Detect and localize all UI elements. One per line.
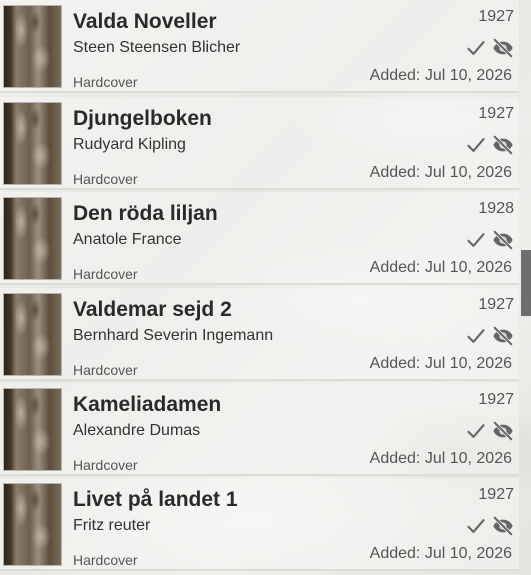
book-author: Alexandre Dumas [73,422,201,439]
eye-off-icon[interactable] [491,134,515,156]
book-status-icons [465,35,515,61]
book-author: Bernhard Severin Ingemann [73,327,274,344]
check-icon[interactable] [465,516,487,536]
book-format: Hardcover [73,266,138,282]
book-title: Valdemar sejd 2 [73,298,232,321]
book-year: 1927 [478,105,514,122]
book-year: 1927 [478,391,514,408]
date-added: Added: Jul 10, 2026 [369,164,512,181]
book-row[interactable]: Livet på landet 1 Fritz reuter Hardcover… [0,478,519,571]
book-title: Valda Noveller [73,10,217,33]
check-icon[interactable] [465,326,487,346]
book-author: Fritz reuter [73,517,151,534]
eye-off-icon[interactable] [491,37,515,59]
book-row[interactable]: Kameliadamen Alexandre Dumas Hardcover 1… [0,383,519,476]
book-title: Djungelboken [73,107,212,130]
date-added: Added: Jul 10, 2026 [369,450,512,467]
book-cover-thumbnail[interactable] [3,293,62,376]
book-cover-thumbnail[interactable] [3,197,62,280]
book-status-icons [465,227,515,253]
date-added: Added: Jul 10, 2026 [369,67,512,84]
eye-off-icon[interactable] [491,420,515,442]
date-added: Added: Jul 10, 2026 [369,545,512,562]
book-author: Anatole France [73,231,182,248]
book-author: Rudyard Kipling [73,136,186,153]
book-title: Livet på landet 1 [73,488,238,511]
book-status-icons [465,132,515,158]
book-cover-thumbnail[interactable] [3,483,62,566]
eye-off-icon[interactable] [491,515,515,537]
check-icon[interactable] [465,38,487,58]
book-row[interactable]: Valdemar sejd 2 Bernhard Severin Ingeman… [0,288,519,381]
book-author: Steen Steensen Blicher [73,39,241,56]
book-year: 1927 [478,296,514,313]
book-status-icons [465,418,515,444]
book-year: 1928 [478,200,514,217]
book-title: Kameliadamen [73,393,222,416]
eye-off-icon[interactable] [491,325,515,347]
book-status-icons [465,513,515,539]
check-icon[interactable] [465,421,487,441]
date-added: Added: Jul 10, 2026 [369,259,512,276]
book-row[interactable]: Valda Noveller Steen Steensen Blicher Ha… [0,0,519,93]
book-row[interactable]: Den röda liljan Anatole France Hardcover… [0,192,519,285]
book-format: Hardcover [73,171,138,187]
book-title: Den röda liljan [73,202,218,225]
scrollbar-thumb[interactable] [521,250,531,316]
date-added: Added: Jul 10, 2026 [369,355,512,372]
book-row[interactable]: Djungelboken Rudyard Kipling Hardcover 1… [0,97,519,190]
book-format: Hardcover [73,362,138,378]
book-format: Hardcover [73,457,138,473]
book-cover-thumbnail[interactable] [3,5,62,88]
book-cover-thumbnail[interactable] [3,102,62,185]
check-icon[interactable] [465,230,487,250]
book-year: 1927 [478,8,514,25]
book-status-icons [465,323,515,349]
book-year: 1927 [478,486,514,503]
eye-off-icon[interactable] [491,229,515,251]
check-icon[interactable] [465,135,487,155]
book-format: Hardcover [73,74,138,90]
book-cover-thumbnail[interactable] [3,388,62,471]
book-format: Hardcover [73,552,138,568]
